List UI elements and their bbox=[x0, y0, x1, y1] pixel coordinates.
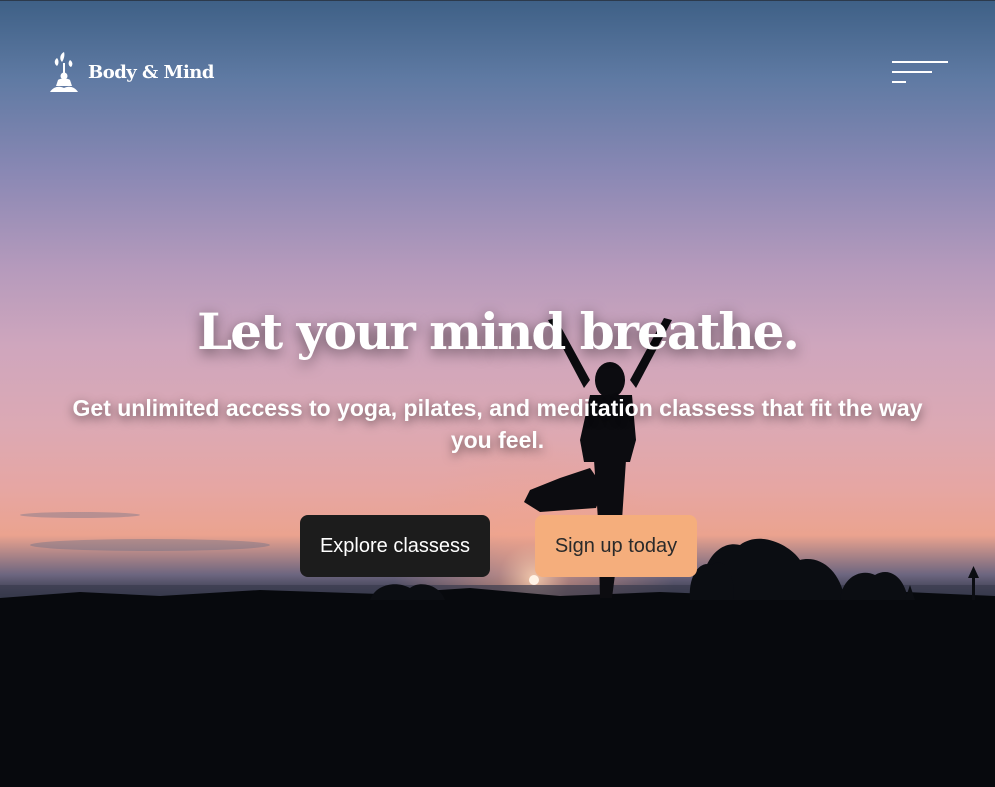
brand-name: Body & Mind bbox=[88, 61, 214, 83]
menu-line bbox=[892, 61, 948, 63]
ground-silhouette bbox=[0, 588, 995, 787]
explore-classes-button[interactable]: Explore classess bbox=[300, 515, 490, 577]
hero-section: Body & Mind Let your mind breathe. Get u… bbox=[0, 0, 995, 787]
hero-subheadline: Get unlimited access to yoga, pilates, a… bbox=[72, 395, 923, 453]
sign-up-button[interactable]: Sign up today bbox=[535, 515, 697, 577]
brand-logo[interactable]: Body & Mind bbox=[48, 50, 214, 94]
top-border bbox=[0, 0, 995, 1]
menu-line bbox=[892, 81, 906, 83]
hero-headline: Let your mind breathe. bbox=[197, 302, 800, 361]
hamburger-menu-icon[interactable] bbox=[892, 58, 950, 86]
sun bbox=[529, 575, 539, 585]
menu-line bbox=[892, 71, 932, 73]
meditation-tree-icon bbox=[50, 52, 78, 92]
